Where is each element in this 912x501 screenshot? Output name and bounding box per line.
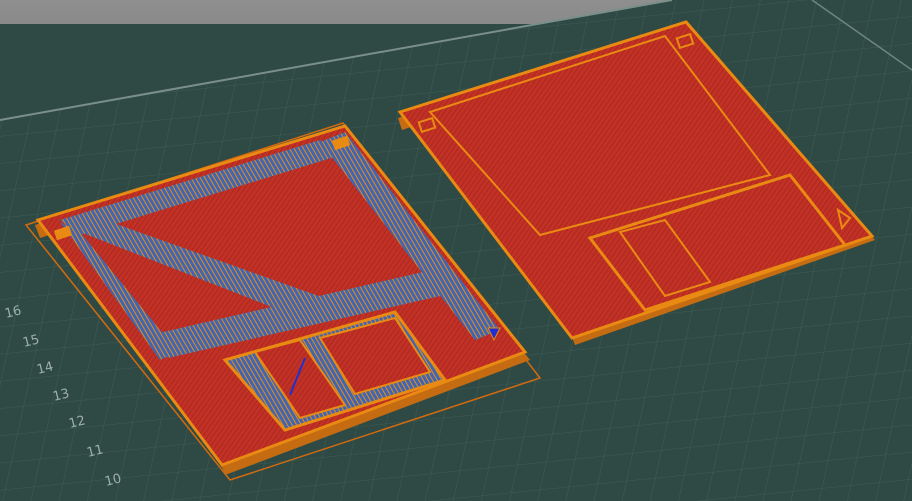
print-bed-view[interactable]: 16 15 14 13 12 11 10 xyxy=(0,0,912,501)
3d-viewport[interactable]: 16 15 14 13 12 11 10 xyxy=(0,0,912,501)
